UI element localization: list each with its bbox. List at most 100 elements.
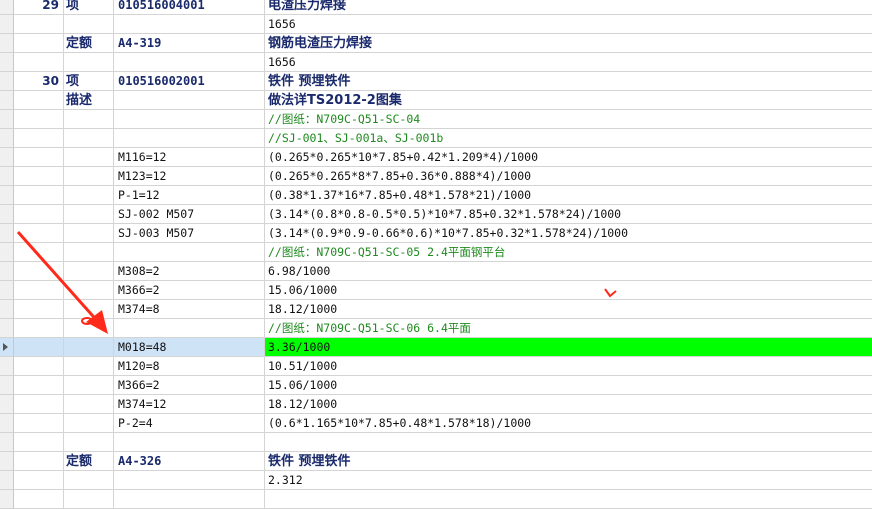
item-number-cell[interactable] [14,91,64,110]
table-row[interactable]: SJ-002 M507 (3.14*(0.8*0.8-0.5*0.5)*10*7.… [0,205,872,224]
item-number-cell[interactable] [14,205,64,224]
item-type-cell[interactable] [64,186,114,205]
row-header[interactable] [0,129,14,148]
row-header[interactable] [0,148,14,167]
table-row[interactable]: 2.312 [0,471,872,490]
item-type-cell[interactable] [64,414,114,433]
table-row[interactable]: M116=12 (0.265*0.265*10*7.85+0.42*1.209*4… [0,148,872,167]
row-header[interactable] [0,224,14,243]
table-row[interactable]: M374=8 18.12/1000 [0,300,872,319]
row-header[interactable] [0,414,14,433]
code-cell[interactable]: M366=2 [114,281,265,300]
row-header[interactable] [0,319,14,338]
row-header[interactable] [0,205,14,224]
item-type-cell[interactable] [64,433,114,452]
expression-cell[interactable]: (3.14*(0.8*0.8-0.5*0.5)*10*7.85+0.32*1.5… [265,205,872,224]
row-header[interactable] [0,186,14,205]
code-cell[interactable]: A4-319 [114,34,265,53]
row-header[interactable] [0,167,14,186]
code-cell[interactable]: 010516002001 [114,72,265,91]
expression-cell[interactable]: 18.12/1000 [265,300,872,319]
item-type-cell[interactable] [64,357,114,376]
item-number-cell[interactable] [14,129,64,148]
item-number-cell[interactable] [14,452,64,471]
row-header[interactable] [0,357,14,376]
code-cell[interactable]: M120=8 [114,357,265,376]
table-row[interactable]: 29 项 010516004001 电渣压力焊接 [0,0,872,15]
item-number-cell[interactable] [14,224,64,243]
expression-cell[interactable]: //图纸：N709C-Q51-SC-06 6.4平面 [265,319,872,338]
table-row[interactable]: 1656 [0,53,872,72]
item-number-cell[interactable] [14,319,64,338]
item-type-cell[interactable] [64,205,114,224]
item-type-cell[interactable] [64,167,114,186]
item-type-cell[interactable]: 项 [64,72,114,91]
item-type-cell[interactable] [64,110,114,129]
expression-cell[interactable]: (0.265*0.265*10*7.85+0.42*1.209*4)/1000 [265,148,872,167]
code-cell[interactable] [114,243,265,262]
code-cell[interactable] [114,433,265,452]
item-number-cell[interactable] [14,338,64,357]
expression-cell[interactable]: 铁件 预埋铁件 [265,72,872,91]
row-header[interactable] [0,262,14,281]
expression-cell[interactable]: 2.312 [265,471,872,490]
table-row[interactable]: 描述 做法详TS2012-2图集 [0,91,872,110]
row-header[interactable] [0,300,14,319]
code-cell[interactable] [114,91,265,110]
code-cell[interactable] [114,53,265,72]
row-header[interactable] [0,395,14,414]
table-row[interactable]: //图纸：N709C-Q51-SC-06 6.4平面 [0,319,872,338]
expression-cell[interactable]: 3.36/1000 [265,338,872,357]
row-header[interactable] [0,452,14,471]
code-cell[interactable] [114,471,265,490]
item-type-cell[interactable]: 项 [64,0,114,15]
code-cell[interactable] [114,15,265,34]
code-cell[interactable]: M374=12 [114,395,265,414]
expression-cell[interactable]: 6.98/1000 [265,262,872,281]
row-header[interactable] [0,91,14,110]
item-type-cell[interactable] [64,281,114,300]
item-type-cell[interactable]: 定额 [64,452,114,471]
row-header[interactable] [0,338,14,357]
item-type-cell[interactable] [64,300,114,319]
table-row[interactable]: 1656 [0,15,872,34]
item-type-cell[interactable] [64,129,114,148]
item-number-cell[interactable]: 29 [14,0,64,15]
code-cell[interactable]: M366=2 [114,376,265,395]
expression-cell[interactable]: 钢筋电渣压力焊接 [265,34,872,53]
code-cell[interactable]: A4-326 [114,452,265,471]
row-header[interactable] [0,471,14,490]
item-number-cell[interactable] [14,53,64,72]
item-type-cell[interactable] [64,338,114,357]
expression-cell[interactable]: //图纸：N709C-Q51-SC-04 [265,110,872,129]
table-row[interactable]: 定额 A4-326 铁件 预埋铁件 [0,452,872,471]
table-row[interactable]: P-1=12 (0.38*1.37*16*7.85+0.48*1.578*21)/… [0,186,872,205]
row-header[interactable] [0,376,14,395]
item-type-cell[interactable]: 描述 [64,91,114,110]
table-row[interactable]: M366=2 15.06/1000 [0,376,872,395]
code-cell[interactable]: SJ-002 M507 [114,205,265,224]
item-type-cell[interactable] [64,395,114,414]
code-cell[interactable]: M116=12 [114,148,265,167]
code-cell[interactable]: M374=8 [114,300,265,319]
code-cell[interactable]: P-2=4 [114,414,265,433]
row-header[interactable] [0,281,14,300]
row-header[interactable] [0,0,14,15]
code-cell[interactable] [114,319,265,338]
table-row-selected[interactable]: M018=48 3.36/1000 [0,338,872,357]
expression-cell[interactable]: (0.38*1.37*16*7.85+0.48*1.578*21)/1000 [265,186,872,205]
item-type-cell[interactable] [64,224,114,243]
item-number-cell[interactable] [14,281,64,300]
item-type-cell[interactable]: 定额 [64,34,114,53]
code-cell[interactable] [114,110,265,129]
table-row[interactable]: 30 项 010516002001 铁件 预埋铁件 [0,72,872,91]
item-number-cell[interactable] [14,167,64,186]
expression-cell[interactable]: 1656 [265,53,872,72]
expression-cell[interactable]: 15.06/1000 [265,376,872,395]
item-type-cell[interactable] [64,15,114,34]
item-type-cell[interactable] [64,319,114,338]
code-cell[interactable]: M308=2 [114,262,265,281]
row-header[interactable] [0,53,14,72]
table-row[interactable] [0,433,872,452]
item-type-cell[interactable] [64,148,114,167]
